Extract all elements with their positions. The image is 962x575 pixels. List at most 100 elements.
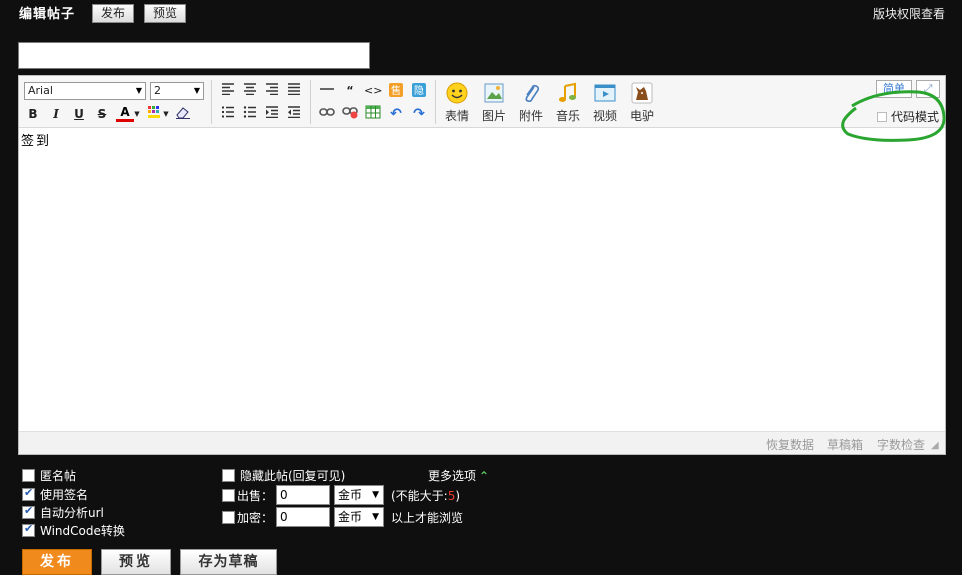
anonymous-label: 匿名帖 [40, 469, 77, 483]
sell-price-input[interactable] [276, 485, 330, 505]
top-bar: 编辑帖子 发布 预览 版块权限查看 [0, 0, 962, 24]
code-icon[interactable]: <> [364, 82, 382, 100]
encrypt-currency-select[interactable]: 金币 ▼ [334, 507, 384, 527]
auto-url-checkbox[interactable] [22, 504, 35, 519]
video-label: 视频 [592, 109, 617, 123]
music-button[interactable]: 音乐 [553, 82, 583, 124]
emoticon-label: 表情 [444, 109, 469, 123]
encrypt-label: 加密： [237, 511, 274, 525]
post-title-input[interactable] [18, 42, 370, 69]
svg-text:隐: 隐 [414, 85, 424, 97]
tab-publish[interactable]: 发布 [92, 4, 135, 23]
sell-icon[interactable]: 售 [387, 82, 405, 100]
sell-limit-note: (不能大于:5) [391, 487, 460, 504]
editor-content[interactable]: 签到 [19, 132, 945, 430]
image-label: 图片 [481, 109, 506, 123]
annotation-circle [841, 90, 946, 142]
rich-text-editor: Arial ▼ 2 ▼ B I U S A ▼ ▼ “ <> 售 隐 ↶ ↷ 表… [18, 75, 946, 455]
underline-icon[interactable]: U [70, 105, 88, 123]
drafts-link[interactable]: 草稿箱 [827, 436, 863, 453]
background-color-icon[interactable] [145, 105, 163, 123]
sell-note-prefix: (不能大于: [391, 489, 448, 503]
chevron-down-icon: ▼ [135, 86, 142, 95]
align-right-icon[interactable] [263, 82, 281, 100]
table-icon[interactable] [364, 105, 382, 123]
link-icon[interactable] [318, 105, 336, 123]
horizontal-rule-icon[interactable] [318, 82, 336, 100]
toolbar-separator [310, 80, 311, 124]
unordered-list-icon[interactable] [241, 105, 259, 123]
encrypt-currency-value: 金币 [338, 510, 363, 524]
sell-checkbox[interactable] [222, 489, 235, 502]
image-button[interactable]: 图片 [479, 82, 509, 124]
word-count-link[interactable]: 字数检查 [877, 436, 925, 453]
chevron-down-icon[interactable]: ▼ [133, 105, 141, 123]
toolbar-separator [435, 80, 436, 124]
hide-post-label: 隐藏此帖(回复可见) [240, 469, 346, 483]
emule-label: 电驴 [629, 109, 654, 123]
chevron-down-icon: ▼ [372, 490, 379, 500]
video-button[interactable]: 视频 [590, 82, 620, 124]
sell-currency-select[interactable]: 金币 ▼ [334, 485, 384, 505]
encrypt-note: 以上才能浏览 [391, 511, 464, 525]
align-center-icon[interactable] [241, 82, 259, 100]
ordered-list-icon[interactable] [219, 105, 237, 123]
font-family-value: Arial [28, 84, 53, 97]
windcode-checkbox[interactable] [22, 522, 35, 537]
sell-note-suffix: ) [455, 489, 461, 503]
page-title: 编辑帖子 [19, 7, 76, 22]
sell-label: 出售： [237, 489, 274, 503]
use-signature-label: 使用签名 [40, 488, 89, 502]
svg-text:售: 售 [391, 84, 401, 97]
use-signature-checkbox[interactable] [22, 486, 35, 501]
font-family-select[interactable]: Arial ▼ [24, 82, 146, 100]
preview-button[interactable]: 预览 [101, 549, 171, 575]
toolbar-separator [211, 80, 212, 124]
bold-icon[interactable]: B [24, 105, 42, 123]
italic-icon[interactable]: I [47, 105, 65, 123]
image-icon [483, 82, 505, 104]
emoticon-button[interactable]: 表情 [442, 82, 472, 124]
hide-post-checkbox[interactable] [222, 469, 235, 482]
quote-icon[interactable]: “ [341, 82, 359, 100]
sell-currency-value: 金币 [338, 488, 363, 502]
smiley-icon [446, 82, 468, 104]
align-left-icon[interactable] [219, 82, 237, 100]
redo-icon[interactable]: ↷ [410, 105, 428, 123]
tab-preview[interactable]: 预览 [144, 4, 187, 23]
font-size-value: 2 [154, 84, 161, 97]
editor-statusbar: 恢复数据 草稿箱 字数检查 ◢ [19, 431, 945, 454]
save-draft-button[interactable]: 存为草稿 [180, 549, 277, 575]
unlink-icon[interactable] [341, 105, 359, 123]
attachment-button[interactable]: 附件 [516, 82, 546, 124]
indent-icon[interactable] [263, 105, 281, 123]
editor-toolbar: Arial ▼ 2 ▼ B I U S A ▼ ▼ “ <> 售 隐 ↶ ↷ 表… [19, 76, 945, 128]
hide-content-icon[interactable]: 隐 [410, 82, 428, 100]
chevron-down-icon: ▼ [193, 86, 200, 95]
align-justify-icon[interactable] [285, 82, 303, 100]
encrypt-amount-input[interactable] [276, 507, 330, 527]
eraser-icon[interactable] [174, 105, 192, 123]
more-options-label: 更多选项 [428, 469, 477, 483]
chevron-down-icon: ▼ [372, 512, 379, 522]
chevron-up-icon: ⌃ [479, 469, 490, 483]
anonymous-checkbox[interactable] [22, 469, 35, 482]
font-color-icon[interactable]: A [116, 105, 134, 122]
donkey-icon [631, 82, 653, 104]
publish-button[interactable]: 发布 [22, 549, 92, 575]
paperclip-icon [520, 82, 542, 104]
emule-button[interactable]: 电驴 [627, 82, 657, 124]
resize-handle-icon[interactable]: ◢ [931, 440, 943, 452]
encrypt-checkbox[interactable] [222, 511, 235, 524]
strikethrough-icon[interactable]: S [93, 105, 111, 123]
more-options-link[interactable]: 更多选项 ⌃ [428, 467, 489, 484]
undo-icon[interactable]: ↶ [387, 105, 405, 123]
windcode-label: WindCode转换 [40, 524, 125, 538]
outdent-icon[interactable] [285, 105, 303, 123]
chevron-down-icon[interactable]: ▼ [162, 105, 170, 123]
music-note-icon [557, 82, 579, 104]
font-size-select[interactable]: 2 ▼ [150, 82, 204, 100]
restore-data-link[interactable]: 恢复数据 [766, 436, 814, 453]
forum-permission-link[interactable]: 版块权限查看 [873, 5, 945, 22]
music-label: 音乐 [555, 109, 580, 123]
